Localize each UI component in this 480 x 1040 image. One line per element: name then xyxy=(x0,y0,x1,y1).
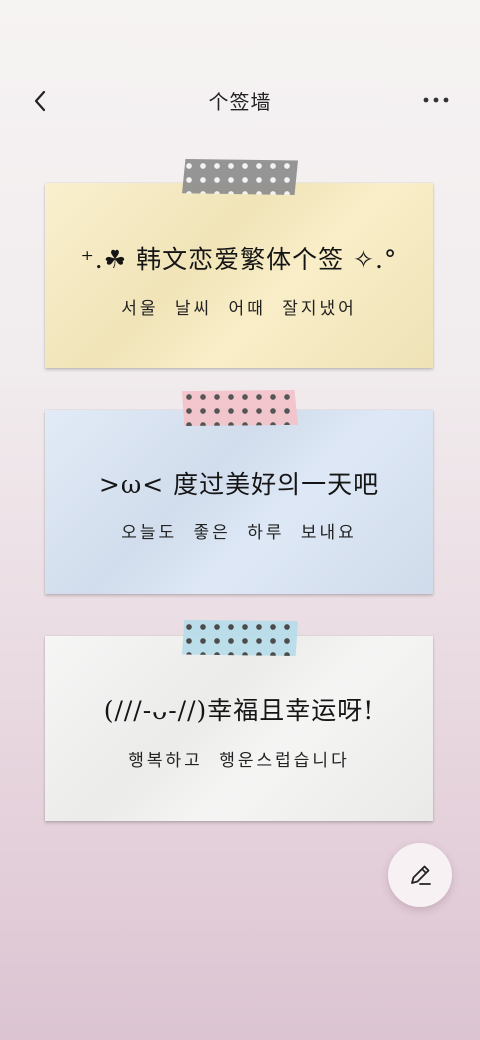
card-title: >ω< 度过美好의一天吧 xyxy=(98,470,380,499)
washi-tape-gray xyxy=(182,159,298,195)
pencil-icon xyxy=(411,865,431,885)
card-title: ⁺.☘ 韩文恋爱繁体个签 ✧.° xyxy=(80,245,398,274)
signature-card-3[interactable]: (///-ᴗ-//)幸福且幸运呀! 행복하고 행운스럽습니다 xyxy=(45,636,433,821)
edit-fab-button[interactable] xyxy=(388,843,452,907)
paper-texture xyxy=(45,410,433,594)
top-bar: 个签墙 xyxy=(0,70,480,130)
more-dots-icon xyxy=(423,97,449,103)
card-subtitle: 오늘도 좋은 하루 보내요 xyxy=(121,523,357,543)
page-title: 个签墙 xyxy=(208,90,272,114)
card-title: (///-ᴗ-//)幸福且幸运呀! xyxy=(103,696,375,725)
card-subtitle: 서울 날씨 어때 잘지냈어 xyxy=(121,299,357,319)
signature-card-1[interactable]: ⁺.☘ 韩文恋爱繁体个签 ✧.° 서울 날씨 어때 잘지냈어 xyxy=(45,183,433,368)
washi-tape-blue xyxy=(182,620,298,656)
paper-texture xyxy=(45,636,433,821)
card-subtitle: 행복하고 행운스럽습니다 xyxy=(128,751,350,771)
more-button[interactable] xyxy=(420,88,452,112)
washi-tape-pink xyxy=(182,390,298,426)
signature-card-2[interactable]: >ω< 度过美好의一天吧 오늘도 좋은 하루 보내요 xyxy=(45,410,433,594)
